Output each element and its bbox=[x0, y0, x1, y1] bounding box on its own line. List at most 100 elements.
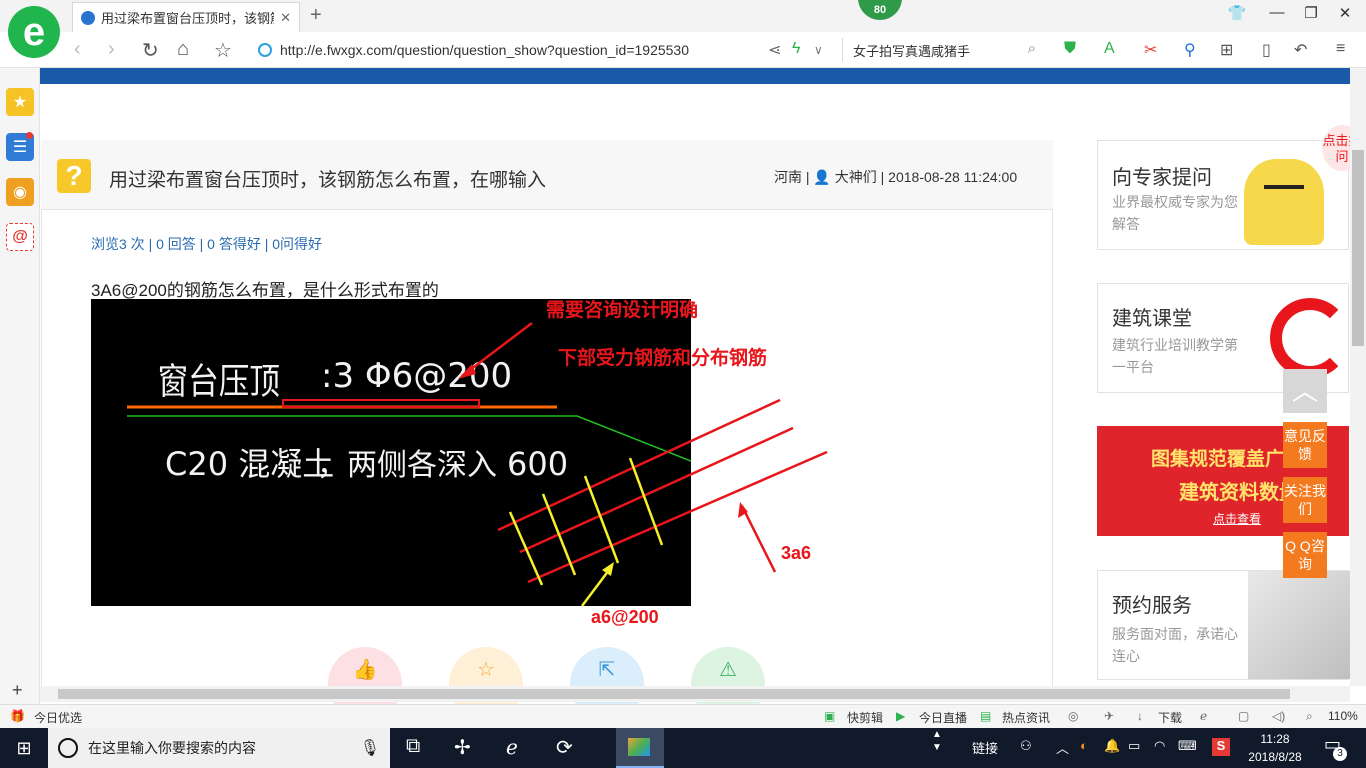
status-item-download[interactable]: 下载 bbox=[1158, 709, 1182, 726]
task-view-icon[interactable]: ⧉ bbox=[406, 735, 420, 758]
cad-label-depth: 600 bbox=[507, 445, 568, 483]
horizontal-scroll-thumb[interactable] bbox=[58, 689, 1290, 699]
ask-expert-subtitle: 业界最权威专家为您解答 bbox=[1112, 194, 1238, 232]
reader-icon[interactable]: ▯ bbox=[1262, 40, 1271, 60]
url-text: http://e.fwxgx.com/question/question_sho… bbox=[280, 42, 690, 58]
author[interactable]: 大神们 bbox=[835, 169, 877, 185]
links-toolbar[interactable]: 链接 bbox=[972, 738, 998, 757]
handshake-image bbox=[1248, 571, 1350, 679]
home-icon[interactable]: ⌂ bbox=[177, 38, 189, 61]
question-meta: 河南 | 👤 大神们 | 2018-08-28 11:24:00 bbox=[774, 169, 1018, 185]
menu-icon[interactable]: ≡ bbox=[1336, 40, 1345, 58]
appointment-card[interactable]: 预约服务 服务面对面，承诺心连心 bbox=[1097, 570, 1350, 680]
cad-label-sides: ，两侧各深入 bbox=[317, 448, 497, 483]
back-to-top-button[interactable]: ︿ bbox=[1283, 369, 1327, 413]
browser-logo-icon[interactable]: e bbox=[8, 6, 60, 58]
clock-time: 11:28 bbox=[1260, 732, 1290, 746]
status-item-live[interactable]: 今日直播 bbox=[919, 709, 967, 726]
cad-label-concrete: C20 混凝土 bbox=[165, 445, 334, 483]
region[interactable]: 河南 bbox=[774, 169, 802, 185]
banner-line1: 图集规范覆盖广 bbox=[1151, 449, 1285, 470]
apps-grid-icon[interactable]: ⊞ bbox=[1220, 40, 1233, 60]
question-stats: 浏览3 次 | 0 回答 | 0 答得好 | 0问得好 bbox=[91, 236, 323, 252]
scissors-icon[interactable]: ✂ bbox=[1144, 40, 1157, 60]
building-class-subtitle: 建筑行业培训教学第一平台 bbox=[1112, 337, 1238, 375]
swirl-app-icon[interactable]: ⟳ bbox=[556, 735, 573, 760]
cad-label-rebar-spec: :3 Φ6@200 bbox=[321, 356, 512, 396]
translate-icon[interactable]: A bbox=[1104, 40, 1115, 58]
lightning-icon[interactable]: ϟ bbox=[792, 40, 800, 58]
taskbar-scroll-arrows[interactable]: ▲ ▼ bbox=[932, 728, 942, 754]
battery-icon[interactable]: ▭ bbox=[1128, 738, 1140, 754]
share-icon[interactable]: ⋖ bbox=[768, 40, 781, 60]
microphone-icon[interactable]: 🎙 bbox=[360, 738, 380, 758]
user-icon: 👤 bbox=[813, 169, 831, 185]
status-item-hot-news[interactable]: 热点资讯 bbox=[1002, 709, 1050, 726]
cad-drawing-image: 窗台压顶 :3 Φ6@200 C20 混凝土 ，两侧各深入 600 bbox=[91, 299, 691, 606]
site-info-icon[interactable] bbox=[258, 43, 272, 57]
expert-mascot-icon bbox=[1244, 159, 1324, 245]
edge-browser-icon[interactable]: ℯ bbox=[506, 735, 518, 760]
notification-count: 3 bbox=[1333, 747, 1347, 761]
wifi-icon[interactable]: ◠ bbox=[1154, 738, 1165, 754]
ask-expert-card[interactable]: 向专家提问 业界最权威专家为您解答 点击提问 bbox=[1097, 125, 1362, 250]
status-item-quick-edit[interactable]: 快剪辑 bbox=[847, 709, 883, 726]
favorites-icon[interactable]: ★ bbox=[6, 88, 34, 116]
add-sidebar-icon[interactable]: + bbox=[12, 680, 23, 701]
search-icon[interactable]: ⌕ bbox=[1028, 40, 1036, 57]
tab-active[interactable]: 用过梁布置窗台压顶时，该钢筋怎 ✕ bbox=[72, 2, 300, 32]
fan-app-icon[interactable]: ✢ bbox=[454, 735, 471, 760]
volume-icon[interactable]: ◁) bbox=[1272, 709, 1285, 723]
restore-button[interactable]: ❐ bbox=[1296, 4, 1326, 22]
tools-icon[interactable]: ✈ bbox=[1104, 709, 1114, 723]
taskbar-clock[interactable]: 11:28 2018/8/28 bbox=[1240, 730, 1310, 766]
back-button[interactable]: ‹ bbox=[74, 38, 81, 61]
magnifier-icon[interactable]: ⚲ bbox=[1184, 40, 1196, 60]
windows-start-icon[interactable]: ⊞ bbox=[0, 728, 48, 768]
new-tab-button[interactable]: + bbox=[310, 4, 322, 27]
qq-consult-button[interactable]: Q Q咨询 bbox=[1283, 532, 1327, 578]
search-input[interactable]: 女子拍写真遇咸猪手 ⌕ bbox=[842, 38, 1050, 62]
site-header-bar bbox=[40, 68, 1350, 84]
search-text: 女子拍写真遇咸猪手 bbox=[853, 43, 971, 59]
close-window-button[interactable]: ✕ bbox=[1330, 4, 1360, 22]
ime-icon[interactable]: ◐ bbox=[1080, 738, 1088, 753]
url-field[interactable]: http://e.fwxgx.com/question/question_sho… bbox=[258, 38, 838, 62]
weibo-icon[interactable]: ◉ bbox=[6, 178, 34, 206]
refresh-icon[interactable]: ↻ bbox=[142, 38, 159, 63]
minimize-button[interactable]: — bbox=[1262, 4, 1292, 21]
window-icon[interactable]: ▢ bbox=[1238, 709, 1249, 723]
follow-us-button[interactable]: 关注我们 bbox=[1283, 477, 1327, 523]
chevron-down-icon[interactable]: ∨ bbox=[814, 43, 823, 57]
appointment-subtitle: 服务面对面，承诺心连心 bbox=[1112, 626, 1238, 664]
tab-close-icon[interactable]: ✕ bbox=[280, 10, 291, 26]
people-icon[interactable]: ⚇ bbox=[1020, 738, 1032, 754]
forward-button[interactable]: › bbox=[108, 38, 115, 61]
tab-title: 用过梁布置窗台压顶时，该钢筋怎 bbox=[101, 11, 274, 26]
datetime: 2018-08-28 11:24:00 bbox=[888, 169, 1018, 185]
question-body: 3A6@200的钢筋怎么布置，是什么形式布置的 bbox=[91, 281, 439, 300]
question-title: 用过梁布置窗台压顶时，该钢筋怎么布置，在哪输入 bbox=[109, 170, 547, 191]
vertical-scroll-thumb[interactable] bbox=[1352, 150, 1364, 346]
notification-dot bbox=[26, 132, 33, 139]
today-picks[interactable]: 今日优选 bbox=[34, 709, 82, 726]
taskbar-active-app[interactable] bbox=[616, 728, 664, 768]
cortana-icon bbox=[58, 738, 78, 758]
keyboard-icon[interactable]: ⌨ bbox=[1178, 738, 1197, 754]
gift-icon[interactable]: 🎁 bbox=[10, 709, 25, 723]
mail-icon[interactable]: @ bbox=[6, 223, 34, 251]
tray-expand-icon[interactable]: ︿ bbox=[1056, 738, 1069, 757]
feedback-button[interactable]: 意见反馈 bbox=[1283, 422, 1327, 468]
banner-link[interactable]: 点击查看 bbox=[1213, 510, 1261, 527]
zoom-level[interactable]: 110% bbox=[1328, 709, 1358, 723]
notification-bell-icon[interactable]: 🔔 bbox=[1104, 738, 1120, 754]
shirt-icon[interactable]: 👕 bbox=[1222, 4, 1252, 22]
news-icon-small: ▤ bbox=[980, 709, 992, 723]
taskbar-search-input[interactable]: 在这里输入你要搜索的内容 🎙 bbox=[48, 728, 390, 768]
edge-icon-small[interactable]: ℯ bbox=[1200, 709, 1207, 723]
shield-icon[interactable]: ⛊ bbox=[1064, 40, 1076, 58]
speed-icon[interactable]: ◎ bbox=[1068, 709, 1078, 723]
favorite-star-icon[interactable]: ☆ bbox=[214, 38, 232, 63]
undo-icon[interactable]: ↶ bbox=[1294, 40, 1307, 60]
sogou-icon[interactable]: S bbox=[1212, 738, 1230, 756]
